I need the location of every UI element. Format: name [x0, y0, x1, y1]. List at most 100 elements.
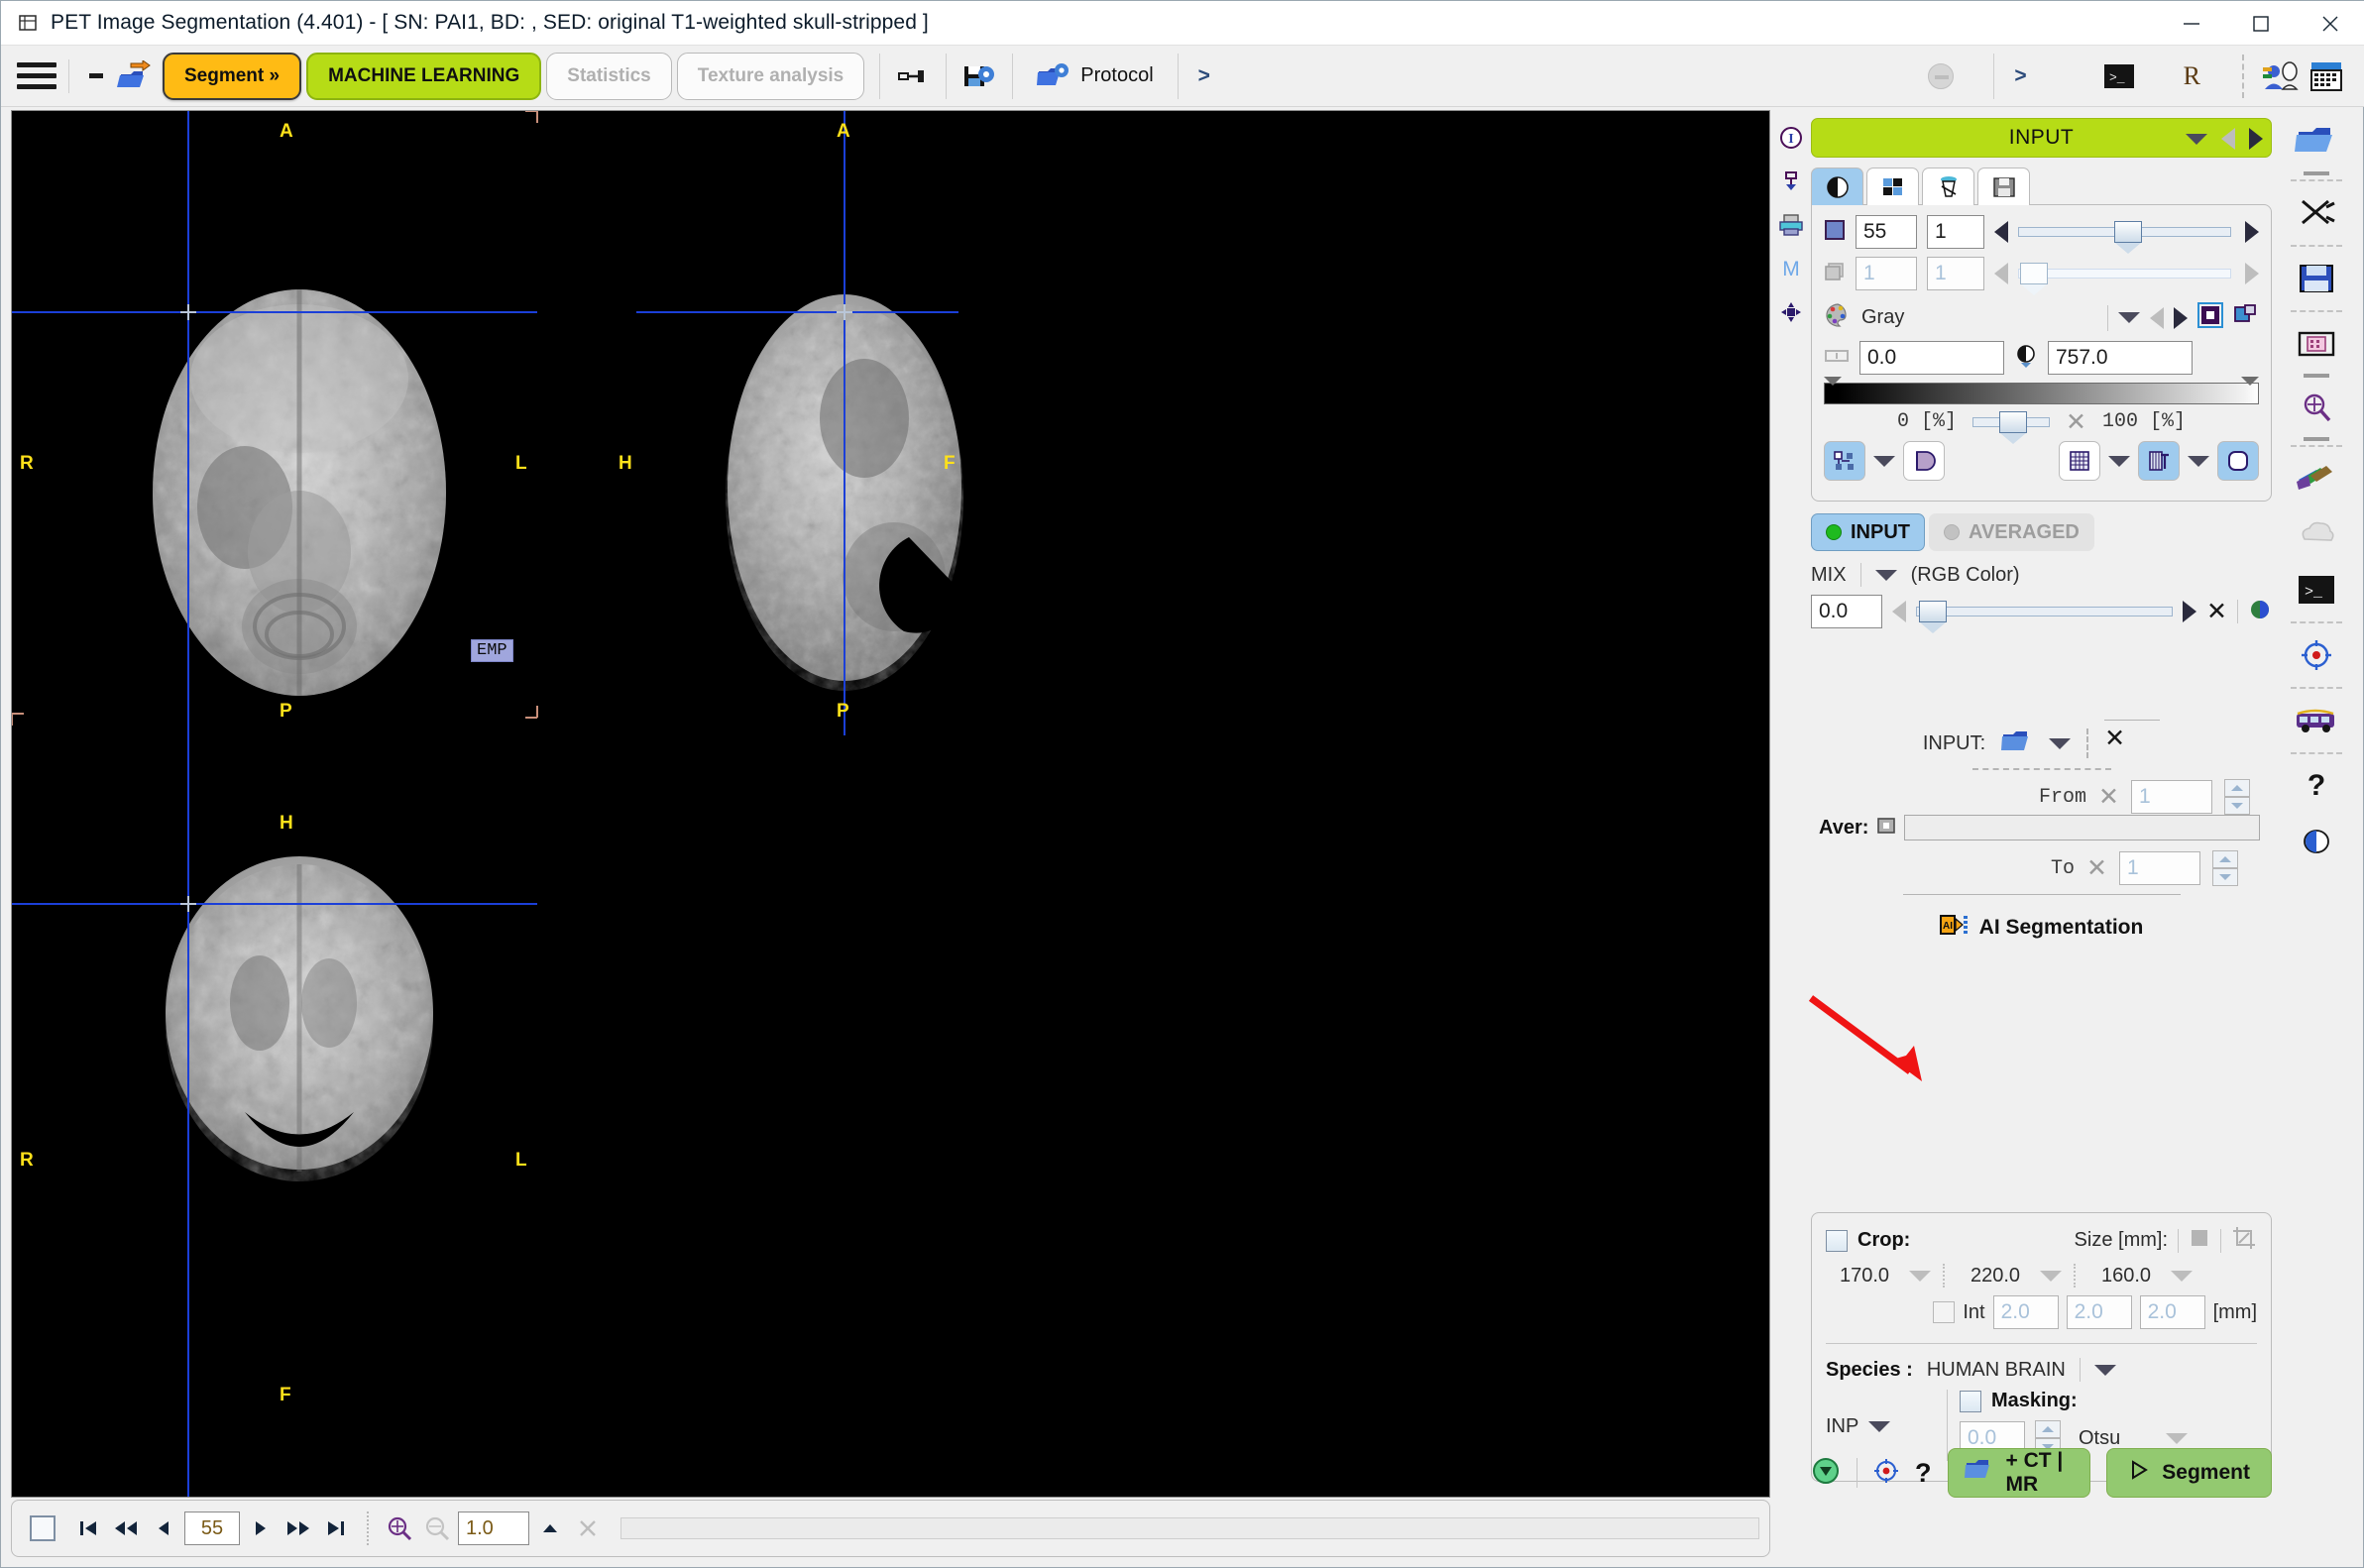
slice-index-input[interactable]: 55 [1856, 215, 1917, 249]
save-floppy-icon[interactable] [2277, 251, 2356, 306]
colortable-name[interactable]: Gray [1861, 306, 2097, 329]
triangle-up-icon[interactable] [533, 1512, 567, 1544]
masking-source-value[interactable]: INP [1826, 1415, 1858, 1438]
color-gradient-bar[interactable] [1824, 377, 2259, 404]
transfer-icon[interactable] [1772, 160, 1810, 203]
int-value-z[interactable]: 2.0 [2139, 1295, 2205, 1329]
tab-fusion[interactable] [1922, 168, 1974, 205]
first-slice-icon[interactable] [71, 1512, 105, 1544]
prev-slice-icon[interactable] [147, 1512, 180, 1544]
reset-x-icon[interactable]: ✕ [2206, 600, 2227, 624]
chevron-down-icon[interactable] [2166, 1432, 2189, 1444]
chevron-down-icon[interactable] [2171, 1270, 2193, 1282]
contrast-icon[interactable] [2277, 814, 2356, 869]
tab-contrast[interactable] [1811, 168, 1863, 205]
users-icon[interactable] [2258, 55, 2304, 98]
chevron-down-icon[interactable] [2093, 1364, 2116, 1376]
square-checkbox-icon[interactable] [30, 1515, 56, 1541]
from-value-input[interactable]: 1 [2131, 780, 2212, 814]
fast-back-icon[interactable] [109, 1512, 143, 1544]
reset-x-icon[interactable]: ✕ [2066, 409, 2086, 434]
int-checkbox[interactable] [1933, 1301, 1956, 1323]
segment-button[interactable]: Segment » [163, 52, 302, 100]
expand-chevron-icon[interactable]: > [1188, 64, 1220, 88]
masking-method-value[interactable]: Otsu [2079, 1427, 2120, 1450]
prev-arrow-icon[interactable] [1892, 601, 1906, 622]
clear-x-icon[interactable]: ✕ [2098, 785, 2119, 810]
int-value-x[interactable]: 2.0 [1992, 1295, 2059, 1329]
layout-nodes-icon[interactable] [1824, 441, 1865, 481]
overlay-icon[interactable] [1903, 441, 1945, 481]
target-icon[interactable] [2277, 627, 2356, 683]
frame-step-input[interactable]: 1 [1927, 257, 1984, 290]
from-spinner[interactable] [2224, 779, 2250, 815]
chevron-down-icon[interactable] [2186, 133, 2207, 145]
protocol-button[interactable]: Protocol [1023, 55, 1167, 98]
page-layout-icon[interactable] [2277, 316, 2356, 372]
green-save-icon[interactable] [1811, 1456, 1841, 1491]
next-arrow-icon[interactable] [2183, 601, 2197, 622]
clear-x-icon[interactable]: ✕ [2086, 856, 2107, 881]
smooth-icon[interactable] [2217, 441, 2259, 481]
annotate-icon[interactable] [2138, 441, 2180, 481]
minus-icon[interactable] [81, 63, 111, 89]
mix-slider[interactable] [1916, 601, 2174, 633]
percent-slider[interactable] [1972, 410, 2051, 444]
to-value-input[interactable]: 1 [2119, 851, 2200, 885]
slice-slider[interactable] [2018, 221, 2231, 254]
open-folder-icon[interactable] [2277, 110, 2356, 169]
chevron-down-icon[interactable] [2049, 737, 2072, 749]
r-language-icon[interactable]: R [2172, 61, 2212, 91]
texture-analysis-button[interactable]: Texture analysis [676, 52, 865, 100]
zoom-in-icon[interactable] [2277, 380, 2356, 435]
frame-index-input[interactable]: 1 [1856, 257, 1917, 290]
info-i-icon[interactable]: I [1772, 116, 1810, 160]
invert-colors-icon[interactable] [2197, 302, 2223, 333]
calendar-icon[interactable] [2304, 55, 2349, 98]
prev-arrow-icon[interactable] [2221, 128, 2235, 150]
crop-dim-x[interactable]: 170.0 [1826, 1265, 1903, 1288]
tab-save[interactable] [1977, 168, 2030, 205]
chevron-down-icon[interactable] [1874, 569, 1897, 581]
machine-learning-button[interactable]: MACHINE LEARNING [306, 52, 542, 100]
grid-icon[interactable] [2059, 441, 2100, 481]
chevron-down-icon[interactable] [1909, 1270, 1931, 1282]
terminal-icon[interactable]: >_ [2277, 562, 2356, 617]
next-arrow-icon[interactable] [2245, 221, 2259, 243]
blend-sphere-icon[interactable] [2248, 598, 2272, 626]
mix-value-input[interactable]: 0.0 [1811, 595, 1882, 628]
horizontal-scrollbar[interactable] [620, 1517, 1759, 1539]
next-arrow-icon[interactable] [2249, 128, 2263, 150]
cloud-shape-icon[interactable] [2277, 506, 2356, 562]
zoom-level-input[interactable]: 1.0 [458, 1512, 529, 1545]
tab-layout[interactable] [1866, 168, 1919, 205]
connector-icon[interactable] [890, 55, 936, 98]
next-arrow-icon[interactable] [2174, 306, 2188, 329]
next-arrow-icon[interactable] [2245, 263, 2259, 284]
zoom-out-icon[interactable] [420, 1512, 454, 1544]
window-min-input[interactable]: 0.0 [1859, 341, 2004, 375]
move-cross-icon[interactable] [1772, 290, 1810, 334]
right-chevron-icon[interactable]: > [2004, 64, 2036, 88]
fast-forward-icon[interactable] [281, 1512, 315, 1544]
chevron-down-icon[interactable] [2188, 455, 2209, 467]
minimize-button[interactable] [2157, 1, 2226, 46]
slice-number-input[interactable]: 55 [184, 1512, 240, 1545]
chevron-down-icon[interactable] [2040, 1270, 2062, 1282]
ai-segmentation-button[interactable]: AI AI Segmentation [1811, 913, 2272, 942]
open-folder-arrow-icon[interactable] [111, 55, 157, 98]
to-spinner[interactable] [2212, 850, 2238, 886]
crop-checkbox[interactable] [1826, 1229, 1848, 1252]
chevron-down-icon[interactable] [1868, 1421, 1891, 1432]
save-gear-icon[interactable] [957, 55, 1002, 98]
prev-arrow-icon[interactable] [2150, 306, 2164, 329]
chevron-down-icon[interactable] [2118, 312, 2140, 323]
statistics-button[interactable]: Statistics [546, 52, 672, 100]
maximize-button[interactable] [2226, 1, 2296, 46]
frame-slider[interactable] [2018, 263, 2231, 295]
add-ct-mr-button[interactable]: + CT | MR [1947, 1448, 2091, 1498]
species-value[interactable]: HUMAN BRAIN [1927, 1359, 2066, 1382]
crop-tool-icon[interactable] [2231, 1225, 2257, 1256]
color-fan-icon[interactable] [2277, 451, 2356, 506]
open-folder-icon[interactable] [2001, 728, 2033, 759]
